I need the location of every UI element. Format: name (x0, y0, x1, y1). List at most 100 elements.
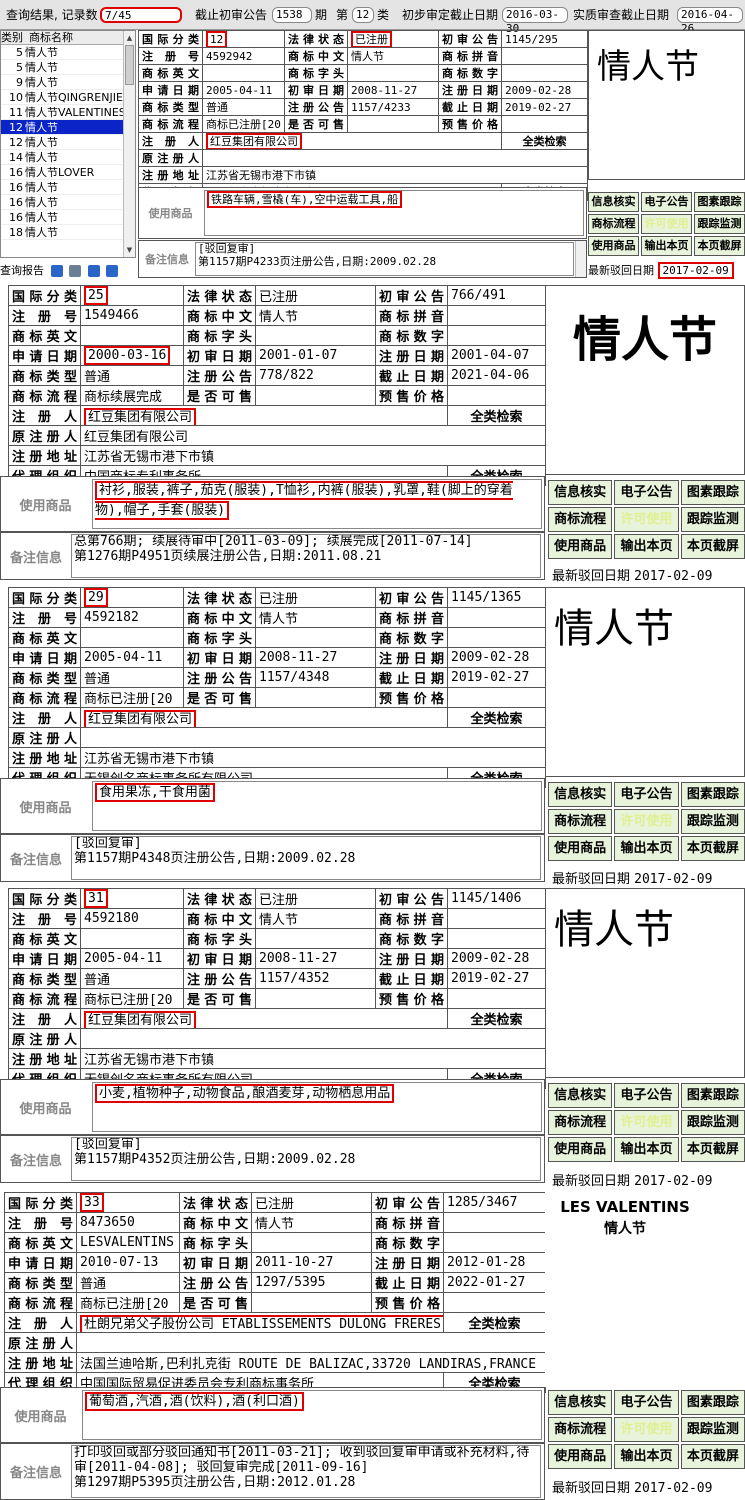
prelim-cutoff-field[interactable]: 2016-03-30 (502, 7, 568, 35)
goods-button[interactable]: 使用商品 (548, 1137, 613, 1162)
e-bulletin-button[interactable]: 电子公告 (614, 1083, 679, 1108)
legal-status-label: 法律状态 (284, 30, 348, 48)
list-item[interactable]: 5 情人节 (1, 45, 135, 60)
registrant-cell: 红豆集团有限公司 (202, 132, 502, 150)
tm-flow-button[interactable]: 商标流程 (548, 809, 613, 834)
verify-info-button[interactable]: 信息核实 (548, 1390, 613, 1415)
tm-digits-cell (447, 928, 546, 949)
list-item[interactable]: 16 情人节 (1, 195, 135, 210)
category-field[interactable]: 12 (352, 7, 374, 23)
image-track-button[interactable]: 图素跟踪 (680, 782, 745, 807)
verify-info-button[interactable]: 信息核实 (548, 782, 613, 807)
e-bulletin-button[interactable]: 电子公告 (614, 480, 679, 505)
trademark-list[interactable]: 类别 商标名称 5 情人节 5 情人节 9 情人节 10 情人节QINGRENJIE 11 情人节… (0, 30, 136, 258)
license-button[interactable]: 许可使用 (614, 1417, 679, 1442)
all-class-search-button[interactable]: 全类检索 (447, 1008, 546, 1029)
verify-info-button[interactable]: 信息核实 (588, 192, 639, 212)
tm-type-cell: 普通 (80, 968, 184, 989)
track-monitor-button[interactable]: 跟踪监测 (680, 1110, 745, 1135)
all-class-search-button[interactable]: 全类检索 (447, 707, 546, 728)
legal-status-value: 已注册 (259, 592, 299, 607)
all-class-search-button[interactable]: 全类检索 (447, 405, 546, 426)
track-monitor-button[interactable]: 跟踪监测 (680, 1417, 745, 1442)
screenshot-button[interactable]: 本页截屏 (680, 836, 745, 861)
window-icon[interactable] (87, 265, 100, 277)
e-bulletin-button[interactable]: 电子公告 (614, 1390, 679, 1415)
expand-icon[interactable] (106, 265, 118, 277)
print-icon[interactable] (69, 265, 81, 277)
list-item-name: 情人节 (25, 211, 58, 224)
scroll-down-icon[interactable]: ▼ (125, 244, 134, 256)
export-page-button[interactable]: 输出本页 (614, 1137, 679, 1162)
tm-letters-label: 商标字头 (183, 627, 256, 648)
tm-flow-button[interactable]: 商标流程 (548, 1110, 613, 1135)
tm-flow-button[interactable]: 商标流程 (548, 507, 613, 532)
expiry-label: 截止日期 (375, 667, 448, 688)
screenshot-button[interactable]: 本页截屏 (694, 236, 745, 256)
remarks-scrollbar[interactable] (575, 241, 586, 277)
screenshot-button[interactable]: 本页截屏 (680, 1137, 745, 1162)
all-class-search-button[interactable]: 全类检索 (443, 1312, 546, 1333)
list-item-name: 情人节QINGRENJIE (25, 91, 123, 104)
license-button[interactable]: 许可使用 (614, 809, 679, 834)
latest-reject-label: 最新驳回日期 (552, 1174, 631, 1189)
reg-no-cell: 4592180 (80, 908, 184, 929)
list-item[interactable]: 14 情人节 (1, 150, 135, 165)
license-button[interactable]: 许可使用 (614, 1110, 679, 1135)
goods-button[interactable]: 使用商品 (548, 836, 613, 861)
screenshot-button[interactable]: 本页截屏 (680, 1444, 745, 1469)
image-track-button[interactable]: 图素跟踪 (680, 1390, 745, 1415)
export-page-button[interactable]: 输出本页 (641, 236, 692, 256)
goods-button[interactable]: 使用商品 (548, 534, 613, 559)
track-monitor-button[interactable]: 跟踪监测 (680, 507, 745, 532)
list-scrollbar[interactable]: ▲ ▼ (123, 31, 135, 257)
image-track-button[interactable]: 图素跟踪 (694, 192, 745, 212)
tm-flow-button[interactable]: 商标流程 (548, 1417, 613, 1442)
scroll-up-icon[interactable]: ▲ (125, 32, 134, 44)
legal-status-label: 法律状态 (183, 285, 256, 306)
license-button[interactable]: 许可使用 (614, 507, 679, 532)
track-monitor-button[interactable]: 跟踪监测 (680, 809, 745, 834)
e-bulletin-button[interactable]: 电子公告 (641, 192, 692, 212)
list-item-class: 11 (9, 106, 23, 119)
list-item[interactable]: 11 情人节VALENTINES (1, 105, 135, 120)
export-page-button[interactable]: 输出本页 (614, 836, 679, 861)
tm-en-cell (80, 627, 184, 648)
export-page-button[interactable]: 输出本页 (614, 534, 679, 559)
list-item[interactable]: 9 情人节 (1, 75, 135, 90)
list-item[interactable]: 16 情人节LOVER (1, 165, 135, 180)
list-item[interactable]: 12 情人节 (1, 135, 135, 150)
remarks-section: 备注信息 [驳回复审] 第1157期P4233页注册公告,日期:2009.02.2… (138, 240, 587, 278)
screenshot-button[interactable]: 本页截屏 (680, 534, 745, 559)
substantive-cutoff-field[interactable]: 2016-04-26 (677, 7, 743, 35)
legal-status-value: 已注册 (259, 290, 299, 305)
image-track-button[interactable]: 图素跟踪 (680, 1083, 745, 1108)
list-item[interactable]: 12 情人节 (1, 120, 135, 135)
all-class-search-button[interactable]: 全类检索 (501, 132, 588, 150)
list-item[interactable]: 5 情人节 (1, 60, 135, 75)
cutoff-issue-field[interactable]: 1538 (272, 7, 312, 23)
goods-button[interactable]: 使用商品 (588, 236, 639, 256)
license-button[interactable]: 许可使用 (641, 214, 692, 234)
tm-flow-button[interactable]: 商标流程 (588, 214, 639, 234)
track-monitor-button[interactable]: 跟踪监测 (694, 214, 745, 234)
scroll-thumb[interactable] (125, 45, 134, 85)
list-item-class: 5 (16, 61, 23, 74)
intl-class-value: 29 (84, 588, 108, 607)
list-item[interactable]: 18 情人节 (1, 225, 135, 240)
list-item[interactable]: 16 情人节 (1, 180, 135, 195)
list-item[interactable]: 10 情人节QINGRENJIE (1, 90, 135, 105)
edit-icon[interactable] (50, 265, 63, 277)
verify-info-button[interactable]: 信息核实 (548, 480, 613, 505)
image-track-button[interactable]: 图素跟踪 (680, 480, 745, 505)
expiry-cell: 2019-02-27 (501, 98, 588, 116)
reg-no-value: 8473650 (80, 1215, 135, 1230)
result-count-field[interactable]: 7/45 (100, 7, 182, 23)
verify-info-button[interactable]: 信息核实 (548, 1083, 613, 1108)
e-bulletin-button[interactable]: 电子公告 (614, 782, 679, 807)
list-item[interactable]: 16 情人节 (1, 210, 135, 225)
registrant-cell: 杜朗兄弟父子股份公司 ETABLISSEMENTS DULONG FRERES (76, 1312, 444, 1333)
goods-button[interactable]: 使用商品 (548, 1444, 613, 1469)
export-page-button[interactable]: 输出本页 (614, 1444, 679, 1469)
expiry-label: 截止日期 (375, 365, 448, 386)
